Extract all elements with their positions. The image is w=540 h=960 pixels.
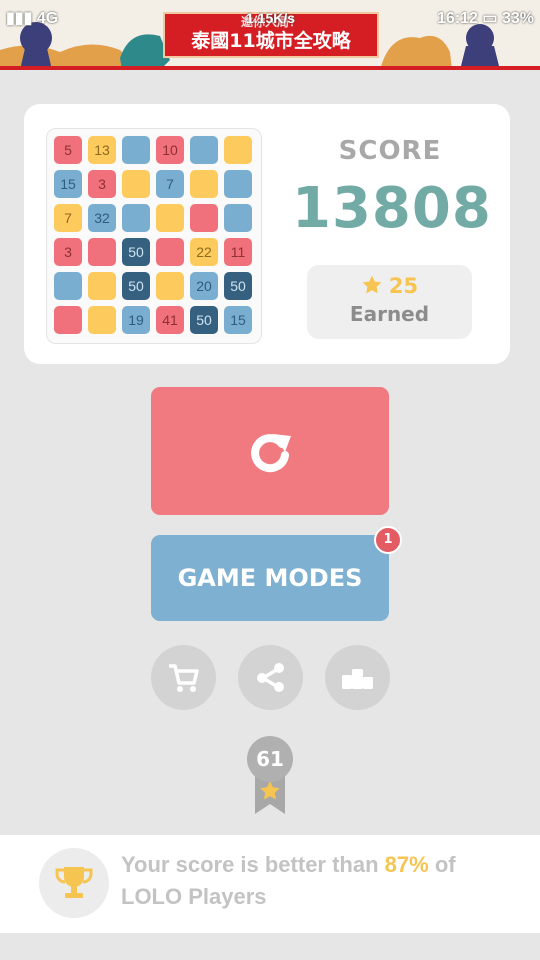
board-tile: 7: [54, 204, 82, 232]
board-tile: 3: [88, 170, 116, 198]
board-tile: [224, 170, 252, 198]
ad-banner-area[interactable]: 邀你入局！ 泰國11城市全攻略 ▮▮▮ 4G 1.15K/s 16:12 ▭ 3…: [0, 0, 540, 70]
podium-icon: [342, 669, 373, 689]
board-tile: 19: [122, 306, 150, 334]
ranking-footer: Your score is better than 87% of LOLO Pl…: [0, 835, 540, 933]
network-type: 4G: [36, 10, 59, 27]
earned-stars-row: 25: [307, 274, 472, 298]
ad-line-2: 泰國11城市全攻略: [191, 30, 351, 52]
earned-count: 25: [388, 274, 419, 298]
level-badge: 61: [247, 736, 293, 814]
board-tile: [224, 136, 252, 164]
board-tile: 7: [156, 170, 184, 198]
score-label: SCORE: [338, 136, 442, 166]
board-tile: [156, 238, 184, 266]
board-tile: 5: [54, 136, 82, 164]
ranking-percent: 87%: [384, 852, 429, 877]
board-tile: [190, 170, 218, 198]
ranking-text-start: Your score is better than: [121, 852, 385, 877]
game-modes-button[interactable]: GAME MODES: [151, 535, 389, 621]
board-tile: 50: [190, 306, 218, 334]
board-tile: [156, 204, 184, 232]
star-icon: [362, 275, 382, 294]
ranking-message: Your score is better than 87% of LOLO Pl…: [121, 849, 521, 913]
board-tile: [122, 170, 150, 198]
share-icon: [257, 663, 284, 692]
leaderboard-button[interactable]: [325, 645, 390, 710]
board-tile: 32: [88, 204, 116, 232]
board-tile: 50: [224, 272, 252, 300]
share-button[interactable]: [238, 645, 303, 710]
board-tile: [88, 272, 116, 300]
board-tile: 50: [122, 238, 150, 266]
board-tile: [88, 306, 116, 334]
board-tile: 15: [54, 170, 82, 198]
board-tile: 11: [224, 238, 252, 266]
restart-icon: [251, 434, 291, 473]
board-tile: [122, 204, 150, 232]
board-tile: 13: [88, 136, 116, 164]
status-right: 16:12 ▭ 33%: [437, 10, 534, 27]
status-bar: ▮▮▮ 4G 1.15K/s 16:12 ▭ 33%: [0, 6, 540, 32]
board-tile: 20: [190, 272, 218, 300]
board-tile: 22: [190, 238, 218, 266]
level-number: 61: [247, 736, 293, 782]
board-tile: [54, 306, 82, 334]
signal-indicator: ▮▮▮ 4G: [6, 10, 59, 27]
board-tile: [88, 238, 116, 266]
shopping-cart-icon: [169, 664, 199, 692]
trophy-icon: [55, 867, 93, 898]
board-tile: 3: [54, 238, 82, 266]
board-tile: 15: [224, 306, 252, 334]
board-tile: [190, 136, 218, 164]
shop-button[interactable]: [151, 645, 216, 710]
final-board-preview: 5 13 10 15 3 7 7 32 3 50 22 11 50 20 50 19 41 50 15: [46, 128, 262, 344]
board-tile: [54, 272, 82, 300]
notification-badge: 1: [374, 526, 402, 554]
earned-label: Earned: [349, 302, 430, 326]
score-card: 5 13 10 15 3 7 7 32 3 50 22 11 50 20 50 19 41 50 15 SCORE …: [24, 104, 510, 364]
restart-button[interactable]: [151, 387, 389, 515]
clock: 16:12: [437, 10, 478, 27]
board-tile: [156, 272, 184, 300]
board-tile: [224, 204, 252, 232]
network-speed: 1.15K/s: [246, 10, 296, 26]
board-tile: 41: [156, 306, 184, 334]
board-tile: 50: [122, 272, 150, 300]
score-value: 13808: [292, 176, 492, 241]
board-tile: [190, 204, 218, 232]
board-tile: 10: [156, 136, 184, 164]
battery-level: 33%: [501, 10, 534, 27]
earned-stars-box: 25 Earned: [307, 265, 472, 339]
board-tile: [122, 136, 150, 164]
trophy-badge: [39, 848, 109, 918]
